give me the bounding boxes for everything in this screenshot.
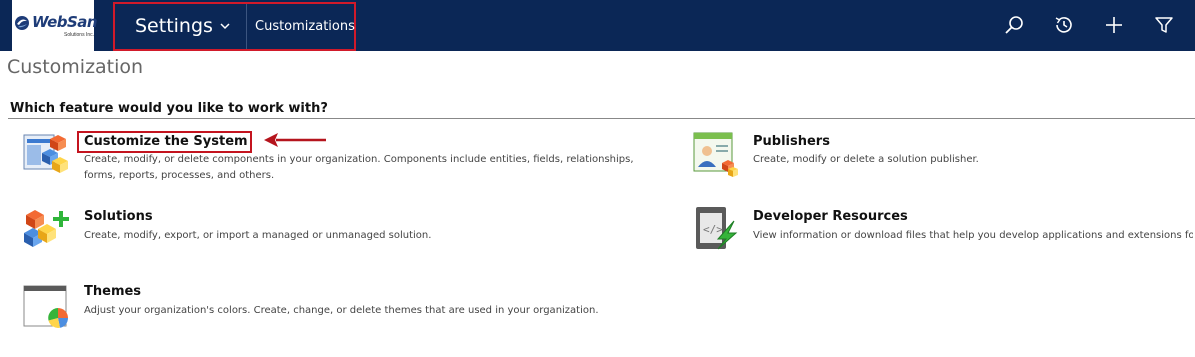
- themes-description: Adjust your organization's colors. Creat…: [84, 305, 599, 316]
- publishers-icon[interactable]: [692, 131, 740, 179]
- company-logo[interactable]: WebSan Solutions Inc.: [12, 0, 98, 51]
- publishers-link[interactable]: Publishers: [753, 134, 830, 149]
- add-icon[interactable]: [1103, 14, 1125, 36]
- developer-resources-icon[interactable]: </>: [692, 205, 740, 253]
- breadcrumb-customizations[interactable]: Customizations: [255, 4, 355, 49]
- themes-icon[interactable]: [22, 284, 70, 332]
- publishers-description: Create, modify or delete a solution publ…: [753, 154, 979, 165]
- logo-swirl-icon: [15, 16, 29, 30]
- solutions-link[interactable]: Solutions: [84, 209, 153, 224]
- page-title: Customization: [7, 56, 144, 78]
- settings-nav-button[interactable]: Settings: [135, 4, 213, 49]
- recent-history-icon[interactable]: [1053, 14, 1075, 36]
- search-icon[interactable]: [1003, 14, 1025, 36]
- navigation-area-annotation: Settings Customizations: [113, 2, 356, 51]
- developer-resources-link[interactable]: Developer Resources: [753, 209, 908, 224]
- logo-subtext: Solutions Inc.: [64, 32, 95, 38]
- svg-text:</>: </>: [703, 223, 723, 236]
- nav-divider: [246, 4, 247, 49]
- solutions-icon[interactable]: [22, 205, 70, 253]
- customize-system-highlight: [77, 131, 252, 153]
- section-heading: Which feature would you like to work wit…: [10, 101, 328, 116]
- section-divider: [8, 118, 1195, 119]
- logo-text: WebSan: [32, 13, 98, 31]
- top-navigation-bar: WebSan Solutions Inc. Settings Customiza…: [0, 0, 1195, 51]
- filter-icon[interactable]: [1153, 14, 1175, 36]
- annotation-arrow-icon: [264, 133, 326, 147]
- developer-resources-description: View information or download files that …: [753, 230, 1193, 241]
- customize-system-description: Create, modify, or delete components in …: [84, 154, 634, 181]
- themes-link[interactable]: Themes: [84, 284, 141, 299]
- solutions-description: Create, modify, export, or import a mana…: [84, 230, 432, 241]
- customize-system-icon[interactable]: [22, 131, 70, 179]
- chevron-down-icon[interactable]: [218, 19, 232, 33]
